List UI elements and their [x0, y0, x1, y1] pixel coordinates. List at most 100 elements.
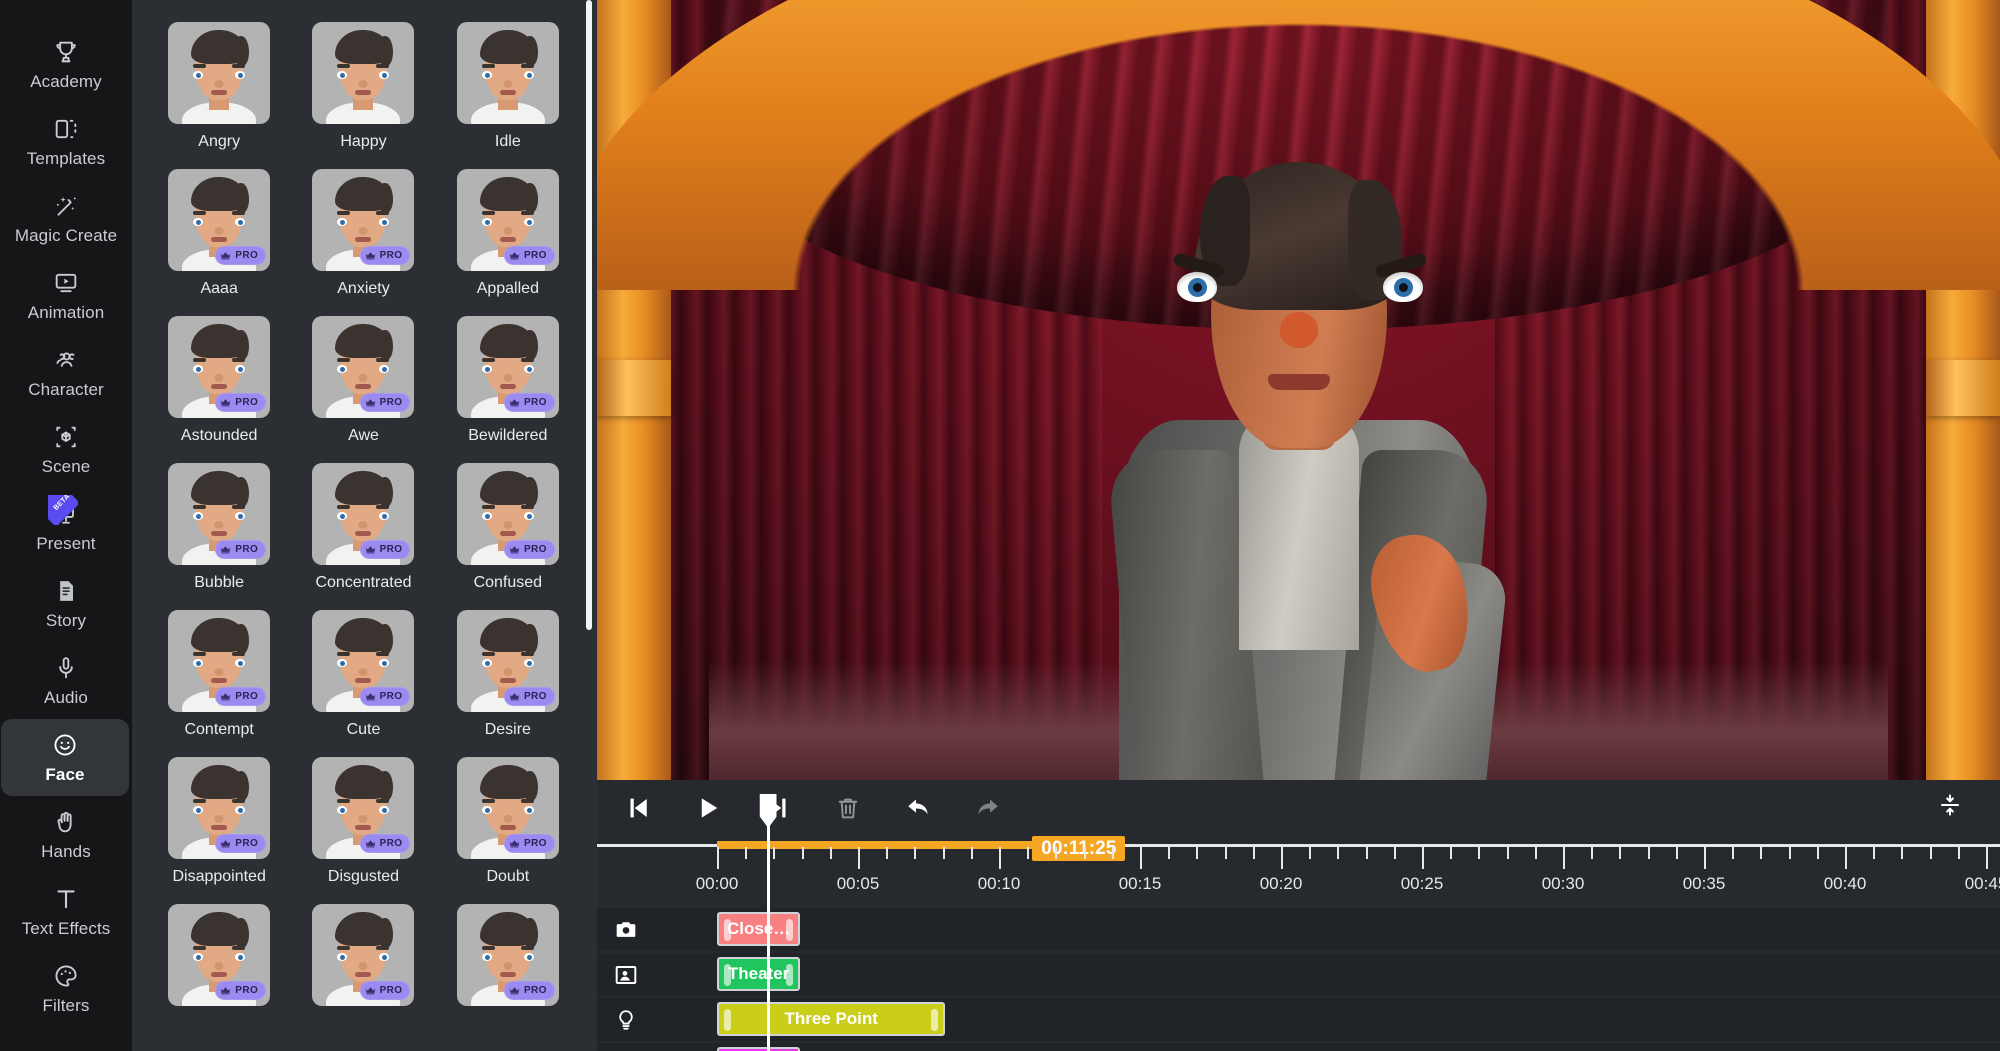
face-thumbnail[interactable]: PRO — [312, 463, 415, 565]
face-thumbnail[interactable]: PRO — [168, 757, 271, 859]
timeline-ruler[interactable]: 00:11:25 00:00 00:05 00:10 00:15 00:20 00:25 0… — [597, 836, 2000, 908]
face-preset-card[interactable]: PRO Concentrated — [304, 463, 422, 592]
ruler-tick-minor — [1252, 847, 1255, 859]
ruler-tick-major — [1422, 847, 1424, 869]
ruler-tick-minor — [1929, 847, 1932, 859]
sidebar-item-story[interactable]: Story — [0, 565, 132, 642]
face-thumbnail[interactable]: PRO — [456, 169, 559, 271]
face-preset-card[interactable]: PRO — [304, 904, 422, 1014]
face-preset-card[interactable]: PRO Doubt — [449, 757, 567, 886]
face-preset-card[interactable]: Idle — [449, 22, 567, 151]
face-preset-label: Concentrated — [315, 574, 412, 591]
face-thumbnail[interactable]: PRO — [456, 316, 559, 418]
pro-badge-label: PRO — [235, 544, 259, 555]
preview-stage[interactable] — [597, 0, 2000, 780]
ruler-tick-major — [1140, 847, 1142, 869]
face-thumbnail[interactable]: PRO — [312, 904, 415, 1006]
clip-handle-left[interactable] — [724, 964, 731, 986]
face-thumbnail[interactable]: PRO — [312, 316, 415, 418]
sidebar-item-present[interactable]: BETA Present — [0, 488, 132, 565]
timeline-clip[interactable]: Theater — [717, 957, 801, 991]
ruler-tick-minor — [1788, 847, 1791, 859]
timeline-clip[interactable]: Three Point — [717, 1002, 946, 1036]
sidebar-item-animation[interactable]: Animation — [0, 257, 132, 334]
undo-button[interactable] — [901, 791, 935, 825]
sidebar-item-scene[interactable]: Scene — [0, 411, 132, 488]
face-track[interactable]: Mad — [597, 1043, 2000, 1051]
ruler-tick-major — [999, 847, 1001, 869]
timeline-clip[interactable]: Close… — [717, 912, 801, 946]
ruler-tick-minor — [1309, 847, 1312, 859]
face-preset-card[interactable]: PRO Cute — [304, 610, 422, 739]
lighting-track[interactable]: Three Point — [597, 998, 2000, 1043]
sidebar-item-academy[interactable]: Academy — [0, 26, 132, 103]
face-preset-card[interactable]: PRO Awe — [304, 316, 422, 445]
delete-button[interactable] — [831, 791, 865, 825]
face-thumbnail[interactable]: PRO — [168, 169, 271, 271]
face-preset-card[interactable]: PRO Bewildered — [449, 316, 567, 445]
face-preset-card[interactable]: Happy — [304, 22, 422, 151]
face-thumbnail[interactable]: PRO — [168, 610, 271, 712]
face-preset-card[interactable]: PRO Desire — [449, 610, 567, 739]
ruler-tick-minor — [1478, 847, 1481, 859]
clip-handle-right[interactable] — [931, 1009, 939, 1031]
face-preset-card[interactable]: PRO Appalled — [449, 169, 567, 298]
face-thumbnail[interactable]: PRO — [456, 757, 559, 859]
jump-to-start-button[interactable] — [621, 791, 655, 825]
timeline-clip[interactable]: Mad — [717, 1047, 801, 1051]
clip-handle-right[interactable] — [786, 919, 794, 941]
face-preset-card[interactable]: Angry — [160, 22, 278, 151]
face-preset-card[interactable]: PRO Aaaa — [160, 169, 278, 298]
fit-tracks-button[interactable] — [1934, 791, 1966, 823]
face-thumbnail[interactable]: PRO — [456, 610, 559, 712]
face-preset-card[interactable]: PRO Contempt — [160, 610, 278, 739]
ruler-tick-minor — [1647, 847, 1650, 859]
face-thumbnail[interactable]: PRO — [312, 169, 415, 271]
face-thumbnail[interactable]: PRO — [168, 463, 271, 565]
sidebar-item-hands[interactable]: Hands — [0, 796, 132, 873]
face-thumbnail[interactable]: PRO — [312, 610, 415, 712]
face-thumbnail[interactable]: PRO — [168, 904, 271, 1006]
face-thumbnail[interactable] — [168, 22, 271, 124]
face-preset-card[interactable]: PRO Disappointed — [160, 757, 278, 886]
face-thumbnail[interactable]: PRO — [168, 316, 271, 418]
face-preset-card[interactable]: PRO — [449, 904, 567, 1014]
clip-handle-right[interactable] — [786, 964, 794, 986]
face-preset-card[interactable]: PRO — [160, 904, 278, 1014]
redo-button[interactable] — [971, 791, 1005, 825]
sidebar-item-audio[interactable]: Audio — [0, 642, 132, 719]
face-thumbnail[interactable] — [312, 22, 415, 124]
face-preset-label: Appalled — [476, 280, 539, 297]
face-preset-card[interactable]: PRO Disgusted — [304, 757, 422, 886]
face-thumbnail[interactable]: PRO — [312, 757, 415, 859]
face-preset-card[interactable]: PRO Astounded — [160, 316, 278, 445]
jump-to-end-button[interactable] — [761, 791, 795, 825]
face-thumbnail[interactable]: PRO — [456, 463, 559, 565]
sidebar-item-character[interactable]: Character — [0, 334, 132, 411]
sidebar-item-text-effects[interactable]: Text Effects — [0, 873, 132, 950]
camera-track[interactable]: Close… — [597, 908, 2000, 953]
library-scrollbar[interactable] — [586, 0, 592, 630]
face-thumbnail[interactable] — [456, 22, 559, 124]
face-preset-label: Disgusted — [327, 868, 400, 885]
sidebar-item-filters[interactable]: Filters — [0, 950, 132, 1027]
clip-handle-left[interactable] — [724, 919, 731, 941]
play-button[interactable] — [691, 791, 725, 825]
sidebar-item-magic-create[interactable]: Magic Create — [0, 180, 132, 257]
smiley-icon — [51, 731, 79, 759]
palette-icon — [52, 962, 80, 990]
ruler-time-label: 00:30 — [1541, 874, 1585, 893]
face-preset-label: Cute — [346, 721, 381, 738]
face-preset-card[interactable]: PRO Anxiety — [304, 169, 422, 298]
sidebar-item-templates[interactable]: Templates — [0, 103, 132, 180]
face-thumbnail[interactable]: PRO — [456, 904, 559, 1006]
pro-badge: PRO — [215, 687, 267, 706]
face-preset-card[interactable]: PRO Confused — [449, 463, 567, 592]
document-icon — [52, 577, 80, 605]
scene-track[interactable]: Theater — [597, 953, 2000, 998]
ruler-tick-minor — [773, 847, 776, 859]
sidebar-item-face[interactable]: Face — [1, 719, 129, 796]
ruler-tick-minor — [1365, 847, 1368, 859]
face-preset-card[interactable]: PRO Bubble — [160, 463, 278, 592]
clip-handle-left[interactable] — [724, 1009, 731, 1031]
